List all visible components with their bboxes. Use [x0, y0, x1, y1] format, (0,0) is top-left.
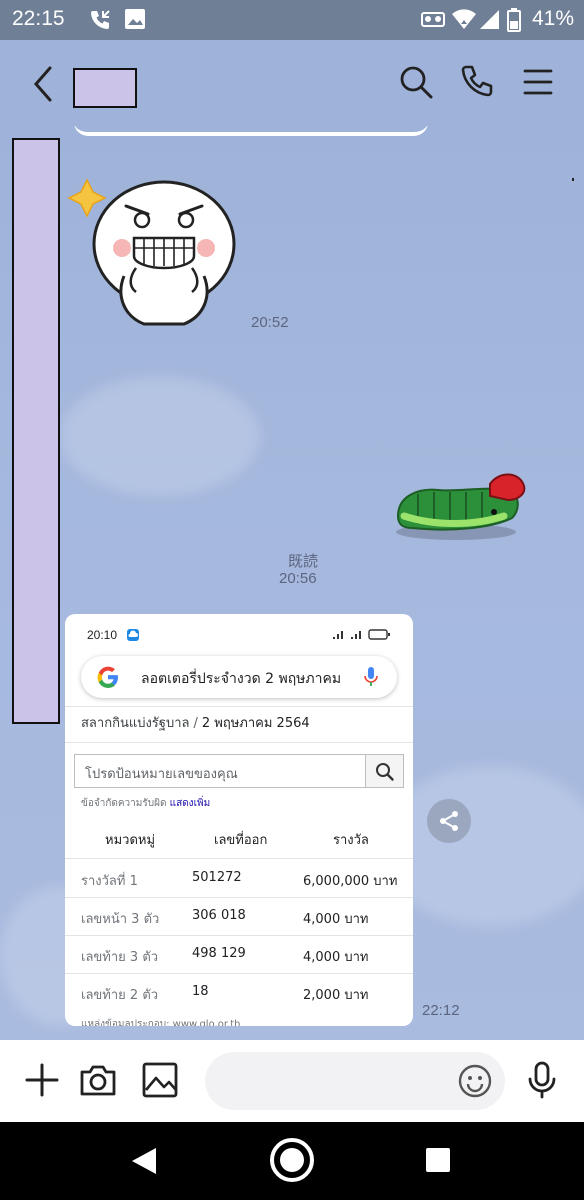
prize-amount: 2,000 บาท: [303, 988, 369, 1003]
signal-icon: [480, 10, 499, 29]
vibrate-icon: [421, 12, 445, 27]
message-input-bar: [0, 1040, 584, 1122]
google-search-bar[interactable]: ลอตเตอรี่ประจำงวด 2 พฤษภาคม: [81, 656, 397, 698]
winning-number: 18: [192, 984, 209, 999]
message-timestamp: 22:12: [422, 1002, 460, 1019]
sparkle-icon: [67, 178, 107, 218]
cloud-app-icon: [127, 629, 139, 641]
battery-icon: [507, 8, 521, 32]
card-status-time: 20:10: [87, 628, 118, 642]
source-text: แหล่งข้อมูลประกอบ: www.glo.or.th: [81, 1019, 241, 1026]
camera-icon[interactable]: [78, 1060, 118, 1100]
nav-recents-icon[interactable]: [426, 1148, 450, 1172]
previous-message-bubble[interactable]: [74, 126, 428, 136]
grinning-face-sticker[interactable]: [64, 156, 244, 336]
lottery-number-input[interactable]: โปรดป้อนหมายเลขของคุณ: [74, 754, 366, 788]
back-icon[interactable]: [28, 64, 58, 104]
table-row: เลขท้าย 2 ตัว 18 2,000 บาท: [65, 973, 413, 1011]
battery-percent: 41%: [531, 7, 574, 30]
disclaimer-note: ข้อจำกัดความรับผิด แสดงเพิ่ม: [81, 796, 210, 811]
emoji-icon[interactable]: [458, 1064, 492, 1098]
share-button[interactable]: [427, 799, 471, 843]
android-nav-bar: [0, 1122, 584, 1200]
menu-icon[interactable]: [520, 64, 556, 100]
table-row: รางวัลที่ 1 501272 6,000,000 บาท: [65, 859, 413, 897]
table-row: เลขท้าย 3 ตัว 498 129 4,000 บาท: [65, 935, 413, 973]
chat-header: [0, 40, 584, 126]
wifi-icon: [452, 9, 476, 29]
search-query-text: ลอตเตอรี่ประจำงวด 2 พฤษภาคม: [141, 671, 342, 687]
status-time: 22:15: [12, 7, 65, 30]
microphone-icon[interactable]: [522, 1060, 562, 1100]
chat-area[interactable]: 20:52 既読 20:56 20:10 ลอตเตอรี่ประจำงวด 2…: [0, 126, 584, 1040]
sender-avatar-redacted[interactable]: [12, 138, 60, 724]
column-header: เลขที่ออก: [214, 833, 268, 848]
breadcrumb-source[interactable]: สลากกินแบ่งรัฐบาล: [81, 716, 189, 731]
prize-amount: 4,000 บาท: [303, 950, 369, 965]
scroll-indicator: [572, 178, 574, 181]
plus-icon[interactable]: [22, 1060, 62, 1100]
prize-category: เลขท้าย 3 ตัว: [81, 950, 159, 965]
google-logo-icon: [97, 666, 118, 688]
column-header: รางวัล: [333, 833, 369, 848]
lottery-search-button[interactable]: [366, 754, 404, 788]
prize-amount: 4,000 บาท: [303, 912, 369, 927]
shared-image-message[interactable]: 20:10 ลอตเตอรี่ประจำงวด 2 พฤษภาคม สลากกิ…: [65, 614, 413, 1026]
background-cloud: [60, 376, 260, 496]
caterpillar-sticker[interactable]: [390, 466, 530, 546]
image-icon: [125, 9, 145, 29]
phone-call-icon: [91, 10, 110, 29]
table-row: เลขหน้า 3 ตัว 306 018 4,000 บาท: [65, 897, 413, 935]
winning-number: 306 018: [192, 908, 246, 923]
nav-back-icon[interactable]: [130, 1146, 158, 1176]
message-timestamp: 20:56: [279, 570, 317, 587]
card-status-icons: [333, 629, 390, 640]
search-icon: [376, 763, 394, 781]
search-icon[interactable]: [398, 64, 434, 100]
gallery-icon[interactable]: [140, 1060, 180, 1100]
prize-category: เลขท้าย 2 ตัว: [81, 988, 159, 1003]
voice-search-icon[interactable]: [363, 666, 379, 688]
winning-number: 501272: [192, 870, 242, 885]
breadcrumb: สลากกินแบ่งรัฐบาล/2 พฤษภาคม 2564: [81, 716, 310, 731]
show-more-link[interactable]: แสดงเพิ่ม: [170, 798, 211, 809]
prize-category: รางวัลที่ 1: [81, 874, 138, 889]
share-icon: [440, 811, 458, 831]
divider: [65, 706, 413, 707]
read-receipt: 既読: [288, 553, 319, 570]
prize-category: เลขหน้า 3 ตัว: [81, 912, 160, 927]
winning-number: 498 129: [192, 946, 246, 961]
column-header: หมวดหมู่: [105, 833, 156, 848]
nav-home-icon[interactable]: [268, 1136, 316, 1184]
phone-icon[interactable]: [458, 64, 494, 100]
prize-amount: 6,000,000 บาท: [303, 874, 398, 889]
status-bar: 22:15 41%: [0, 0, 584, 40]
disclaimer-text: ข้อจำกัดความรับผิด: [81, 798, 167, 809]
chat-title-redacted[interactable]: [73, 68, 137, 108]
divider: [65, 742, 413, 743]
message-timestamp: 20:52: [251, 314, 289, 331]
breadcrumb-date: 2 พฤษภาคม 2564: [201, 716, 310, 731]
